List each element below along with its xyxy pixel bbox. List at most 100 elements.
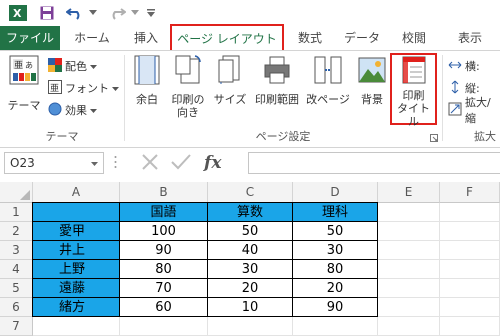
row-header-4[interactable]: 4 (0, 260, 33, 279)
effects-button[interactable]: 効果 (48, 101, 97, 119)
score-cell[interactable]: 30 (207, 259, 293, 279)
score-cell[interactable]: 90 (292, 297, 378, 317)
cancel-icon[interactable] (140, 152, 160, 175)
tab-insert[interactable]: 挿入 (124, 26, 168, 50)
table-cell[interactable] (378, 241, 440, 260)
score-cell[interactable]: 80 (292, 259, 378, 279)
size-icon (218, 55, 242, 85)
score-cell[interactable]: 70 (119, 278, 208, 298)
score-cell[interactable]: 20 (292, 278, 378, 298)
colors-icon (48, 57, 62, 75)
table-cell[interactable] (440, 279, 500, 298)
tab-review[interactable]: 校閲 (392, 26, 436, 50)
formula-input[interactable] (248, 152, 500, 174)
row-header-5[interactable]: 5 (0, 279, 33, 298)
column-header-c[interactable]: C (208, 182, 293, 203)
breaks-label: 改ページ (306, 93, 350, 106)
print-titles-icon (400, 55, 428, 85)
save-icon[interactable] (38, 4, 56, 22)
table-header-cell[interactable]: 理科 (292, 202, 378, 222)
student-name-cell[interactable]: 愛甲 (32, 221, 120, 241)
table-cell[interactable] (378, 279, 440, 298)
tab-formulas[interactable]: 数式 (288, 26, 332, 50)
student-name-cell[interactable]: 遠藤 (32, 278, 120, 298)
score-cell[interactable]: 50 (292, 221, 378, 241)
tab-file[interactable]: ファイル (0, 26, 60, 50)
table-cell[interactable] (378, 203, 440, 222)
redo-icon[interactable] (106, 4, 128, 22)
group-divider (442, 55, 443, 141)
table-cell[interactable] (33, 317, 120, 336)
table-cell[interactable] (440, 298, 500, 317)
row-header-2[interactable]: 2 (0, 222, 33, 241)
table-header-cell[interactable]: 算数 (207, 202, 293, 222)
table-cell[interactable] (120, 317, 208, 336)
table-cell[interactable] (440, 260, 500, 279)
table-header-cell[interactable] (32, 202, 120, 222)
column-header-e[interactable]: E (378, 182, 440, 203)
fonts-label: フォント (65, 82, 109, 95)
column-header-f[interactable]: F (440, 182, 500, 203)
column-header-d[interactable]: D (293, 182, 378, 203)
print-area-button[interactable]: 印刷範囲 (250, 55, 304, 106)
print-titles-button[interactable]: 印刷 タイトル (392, 55, 435, 128)
customize-qat-icon[interactable] (146, 4, 156, 22)
score-cell[interactable]: 60 (119, 297, 208, 317)
formula-bar: O23 fx (0, 148, 500, 178)
margins-button[interactable]: 余白 (130, 55, 164, 106)
score-cell[interactable]: 80 (119, 259, 208, 279)
orientation-button[interactable]: 印刷の 向き (166, 55, 210, 119)
undo-icon[interactable] (64, 4, 86, 22)
row-header-6[interactable]: 6 (0, 298, 33, 317)
table-header-cell[interactable]: 国語 (119, 202, 208, 222)
score-cell[interactable]: 90 (119, 240, 208, 260)
column-header-b[interactable]: B (120, 182, 208, 203)
breaks-button[interactable]: 改ページ (304, 55, 352, 106)
table-cell[interactable] (440, 222, 500, 241)
score-cell[interactable]: 10 (207, 297, 293, 317)
size-button[interactable]: サイズ (212, 55, 248, 106)
insert-function-icon[interactable]: fx (204, 153, 221, 173)
themes-group-label: テーマ (45, 130, 79, 143)
name-box[interactable]: O23 (4, 152, 104, 174)
score-cell[interactable]: 100 (119, 221, 208, 241)
fonts-button[interactable]: 亜 フォント (48, 79, 119, 97)
score-cell[interactable]: 40 (207, 240, 293, 260)
table-cell[interactable] (440, 203, 500, 222)
scale-setting[interactable]: 拡大/縮 (448, 96, 500, 125)
tab-view[interactable]: 表示 (448, 26, 492, 50)
row-header-7[interactable]: 7 (0, 317, 33, 336)
student-name-cell[interactable]: 緒方 (32, 297, 120, 317)
tab-data[interactable]: データ (336, 26, 388, 50)
table-cell[interactable] (440, 317, 500, 336)
score-cell[interactable]: 20 (207, 278, 293, 298)
score-cell[interactable]: 30 (292, 240, 378, 260)
table-cell[interactable] (378, 298, 440, 317)
row-header-1[interactable]: 1 (0, 203, 33, 222)
width-setting[interactable]: 横: (448, 57, 480, 75)
tab-page-layout[interactable]: ページ レイアウト (170, 24, 284, 52)
table-cell[interactable] (440, 241, 500, 260)
table-cell[interactable] (378, 260, 440, 279)
themes-button[interactable]: 亜あ テーマ (4, 55, 44, 112)
table-cell[interactable] (378, 222, 440, 241)
column-header-a[interactable]: A (33, 182, 120, 203)
orientation-label-2: 向き (177, 106, 199, 119)
print-titles-label-1: 印刷 (402, 89, 425, 102)
table-cell[interactable] (378, 317, 440, 336)
enter-check-icon[interactable] (170, 152, 192, 175)
undo-dropdown-icon[interactable] (88, 4, 98, 22)
redo-dropdown-icon[interactable] (130, 4, 140, 22)
dialog-launcher-icon[interactable] (430, 131, 438, 145)
background-button[interactable]: 背景 (354, 55, 390, 106)
ribbon-tabs: ファイル ホーム 挿入 ページ レイアウト 数式 データ 校閲 表示 (0, 24, 500, 52)
table-cell[interactable] (293, 317, 378, 336)
table-cell[interactable] (208, 317, 293, 336)
colors-button[interactable]: 配色 (48, 57, 97, 75)
student-name-cell[interactable]: 上野 (32, 259, 120, 279)
score-cell[interactable]: 50 (207, 221, 293, 241)
row-header-3[interactable]: 3 (0, 241, 33, 260)
student-name-cell[interactable]: 井上 (32, 240, 120, 260)
select-all-corner[interactable] (0, 182, 33, 203)
tab-home[interactable]: ホーム (66, 26, 118, 50)
